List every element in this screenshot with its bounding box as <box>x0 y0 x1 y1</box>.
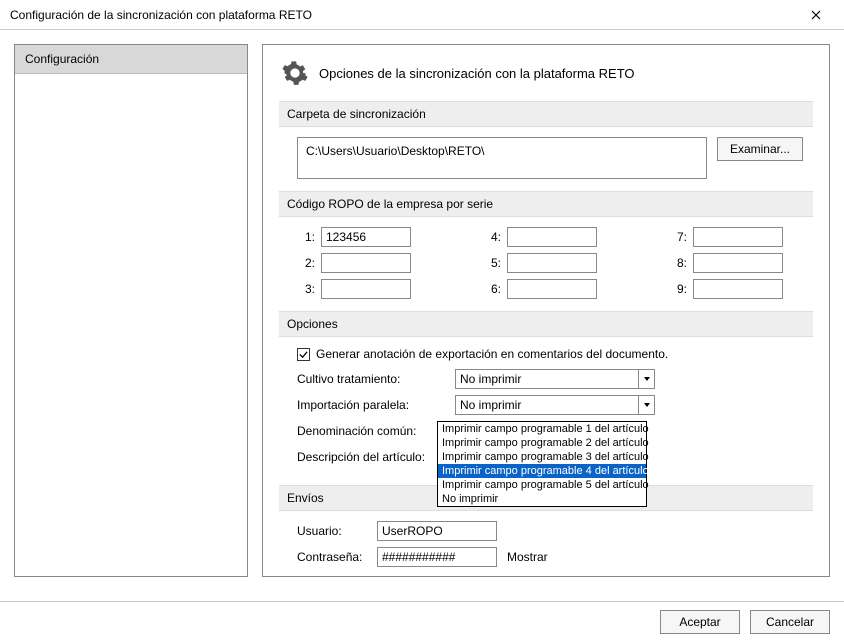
dropdown-item[interactable]: Imprimir campo programable 2 del artícul… <box>438 436 646 450</box>
checkbox-label: Generar anotación de exportación en come… <box>316 347 668 361</box>
ropo-label-8: 8: <box>669 256 687 270</box>
combo-cultivo-value: No imprimir <box>460 372 521 386</box>
sidebar-item-label: Configuración <box>25 52 99 66</box>
show-password-link[interactable]: Mostrar <box>507 550 548 564</box>
dropdown-item[interactable]: Imprimir campo programable 3 del artícul… <box>438 450 646 464</box>
close-icon <box>811 10 821 20</box>
section-ropo: Código ROPO de la empresa por serie <box>279 191 813 217</box>
ropo-grid: 1: 4: 7: 2: 5: 8: 3: 6: <box>297 227 803 299</box>
dropdown-item[interactable]: Imprimir campo programable 1 del artícul… <box>438 422 646 436</box>
ropo-input-5[interactable] <box>507 253 597 273</box>
titlebar: Configuración de la sincronización con p… <box>0 0 844 30</box>
input-contrasena[interactable] <box>377 547 497 567</box>
sidebar-item-configuracion[interactable]: Configuración <box>15 45 247 74</box>
check-icon <box>299 350 308 359</box>
label-cultivo: Cultivo tratamiento: <box>297 372 447 386</box>
label-descripcion: Descripción del artículo: <box>297 450 447 464</box>
browse-button[interactable]: Examinar... <box>717 137 803 161</box>
sync-path-display: C:\Users\Usuario\Desktop\RETO\ <box>297 137 707 179</box>
ropo-label-6: 6: <box>483 282 501 296</box>
input-usuario[interactable] <box>377 521 497 541</box>
combo-importacion[interactable]: No imprimir <box>455 395 655 415</box>
dropdown-item[interactable]: Imprimir campo programable 4 del artícul… <box>438 464 646 478</box>
dropdown-item[interactable]: No imprimir <box>438 492 646 506</box>
ropo-input-9[interactable] <box>693 279 783 299</box>
ropo-label-1: 1: <box>297 230 315 244</box>
footer: Aceptar Cancelar <box>0 601 844 641</box>
section-options: Opciones <box>279 311 813 337</box>
ropo-label-9: 9: <box>669 282 687 296</box>
section-sync-folder: Carpeta de sincronización <box>279 101 813 127</box>
content-area: Configuración Opciones de la sincronizac… <box>0 30 844 591</box>
ropo-input-1[interactable] <box>321 227 411 247</box>
cancel-button[interactable]: Cancelar <box>750 610 830 634</box>
window-title: Configuración de la sincronización con p… <box>10 8 312 22</box>
ok-button[interactable]: Aceptar <box>660 610 740 634</box>
label-importacion: Importación paralela: <box>297 398 447 412</box>
ropo-input-2[interactable] <box>321 253 411 273</box>
ropo-label-2: 2: <box>297 256 315 270</box>
main-panel: Opciones de la sincronización con la pla… <box>262 44 830 577</box>
ropo-input-8[interactable] <box>693 253 783 273</box>
checkbox-box <box>297 348 310 361</box>
ropo-input-6[interactable] <box>507 279 597 299</box>
label-contrasena: Contraseña: <box>297 550 367 564</box>
chevron-down-icon <box>638 370 654 388</box>
ropo-label-5: 5: <box>483 256 501 270</box>
label-usuario: Usuario: <box>297 524 367 538</box>
panel-header: Opciones de la sincronización con la pla… <box>281 59 813 87</box>
ropo-label-3: 3: <box>297 282 315 296</box>
checkbox-generate-annotation[interactable]: Generar anotación de exportación en come… <box>297 347 668 361</box>
panel-title: Opciones de la sincronización con la pla… <box>319 66 635 81</box>
combo-importacion-value: No imprimir <box>460 398 521 412</box>
close-button[interactable] <box>796 1 836 29</box>
label-denominacion: Denominación común: <box>297 424 447 438</box>
dropdown-item[interactable]: Imprimir campo programable 5 del artícul… <box>438 478 646 492</box>
sidebar: Configuración <box>14 44 248 577</box>
gear-icon <box>281 59 309 87</box>
chevron-down-icon <box>638 396 654 414</box>
ropo-input-7[interactable] <box>693 227 783 247</box>
ropo-input-4[interactable] <box>507 227 597 247</box>
combo-cultivo[interactable]: No imprimir <box>455 369 655 389</box>
ropo-label-7: 7: <box>669 230 687 244</box>
ropo-label-4: 4: <box>483 230 501 244</box>
dropdown-list[interactable]: Imprimir campo programable 1 del artícul… <box>437 421 647 507</box>
ropo-input-3[interactable] <box>321 279 411 299</box>
